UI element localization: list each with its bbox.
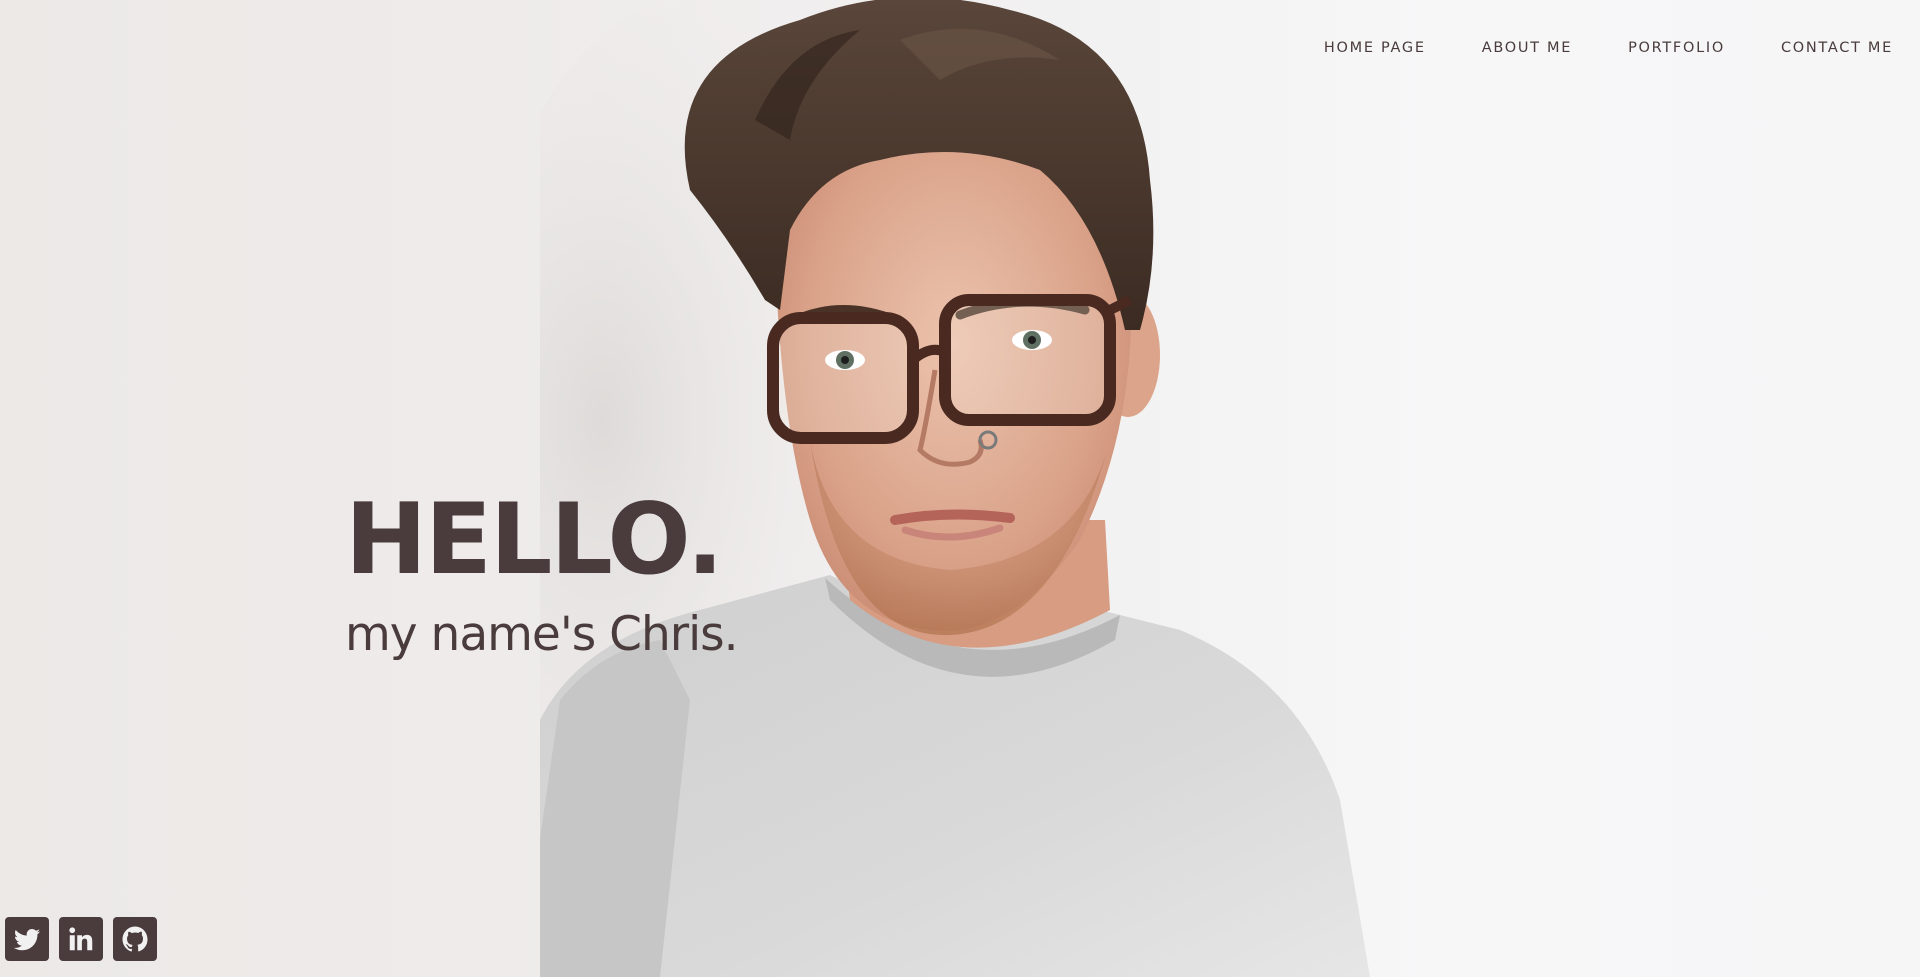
hero-subtitle: my name's Chris. <box>345 607 739 662</box>
main-nav: HOME PAGE ABOUT ME PORTFOLIO CONTACT ME <box>1324 38 1893 58</box>
hero-title: HELLO. <box>345 483 724 597</box>
linkedin-icon[interactable] <box>59 917 103 961</box>
nav-about-me[interactable]: ABOUT ME <box>1482 38 1572 58</box>
social-links <box>5 917 157 961</box>
hero-page: HOME PAGE ABOUT ME PORTFOLIO CONTACT ME … <box>0 0 1920 977</box>
nav-portfolio[interactable]: PORTFOLIO <box>1628 38 1725 58</box>
twitter-icon[interactable] <box>5 917 49 961</box>
nav-home-page[interactable]: HOME PAGE <box>1324 38 1426 58</box>
nav-contact-me[interactable]: CONTACT ME <box>1781 38 1893 58</box>
github-icon[interactable] <box>113 917 157 961</box>
